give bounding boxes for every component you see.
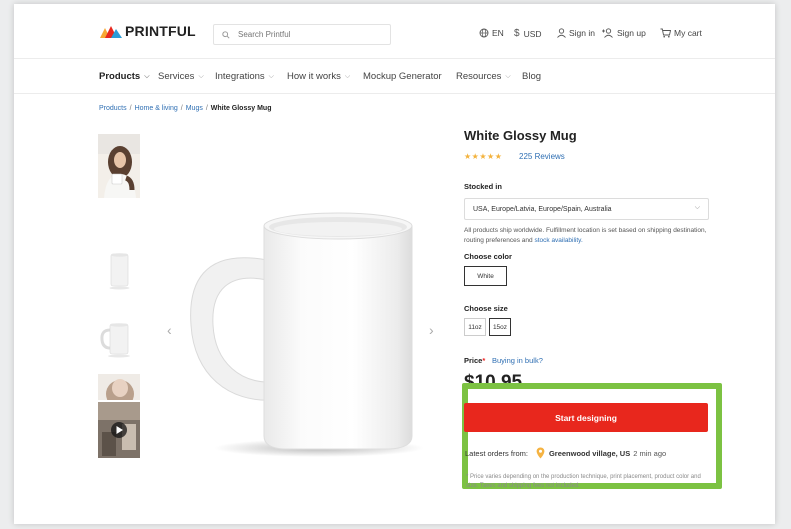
nav-resources[interactable]: Resources ⌵ [456, 71, 511, 82]
breadcrumb: Products / Home & living / Mugs / White Glossy… [99, 105, 271, 112]
chevron-down-icon: ⌵ [694, 204, 700, 211]
shipping-note-text: All products ship worldwide. Fulfillment… [464, 227, 707, 244]
search-box[interactable] [213, 24, 391, 45]
thumbnail-mug-front[interactable] [98, 248, 140, 294]
stock-availability-link[interactable]: stock availability. [534, 237, 582, 244]
reviews-link[interactable]: 225 Reviews [519, 152, 565, 161]
language-label: EN [492, 28, 504, 38]
currency-selector[interactable]: $ USD [514, 28, 542, 39]
main-nav: Products ⌵ Services ⌵ Integrations ⌵ How it… [14, 59, 775, 94]
cart-link[interactable]: My cart [660, 28, 702, 38]
nav-mockup-generator-label: Mockup Generator [363, 71, 442, 82]
shipping-note: All products ship worldwide. Fulfillment… [464, 226, 712, 246]
breadcrumb-separator: / [180, 105, 183, 112]
thumbnail-lifestyle-hands[interactable] [98, 374, 140, 400]
nav-blog-label: Blog [522, 71, 542, 82]
search-input[interactable] [236, 29, 380, 40]
size-option-15oz[interactable]: 15oz [489, 318, 511, 336]
chevron-down-icon: ⌵ [144, 72, 150, 80]
user-icon [557, 28, 566, 38]
breadcrumb-separator: / [129, 105, 132, 112]
nav-mockup-generator[interactable]: Mockup Generator [363, 71, 442, 82]
product-title: White Glossy Mug [464, 128, 577, 143]
choose-color-label: Choose color [464, 252, 512, 261]
stocked-in-label: Stocked in [464, 182, 502, 191]
sign-up-label: Sign up [617, 28, 646, 38]
chevron-left-icon[interactable]: ‹ [167, 322, 172, 338]
breadcrumb-separator: / [205, 105, 208, 112]
chevron-down-icon: ⌵ [344, 72, 351, 80]
size-option-label: 15oz [492, 323, 508, 331]
search-icon [222, 30, 230, 39]
choose-size-label: Choose size [464, 304, 508, 313]
breadcrumb-products[interactable]: Products [99, 105, 127, 112]
latest-orders-time: 2 min ago [633, 448, 667, 458]
nav-how-it-works[interactable]: How it works ⌵ [287, 71, 350, 82]
printful-logo-icon [100, 26, 122, 38]
start-designing-button[interactable]: Start designing [464, 403, 708, 432]
size-option-label: 11oz [468, 323, 482, 331]
nav-how-it-works-label: How it works [287, 71, 341, 82]
nav-products[interactable]: Products ⌵ [99, 71, 150, 82]
price-disclaimer: * Price varies depending on the producti… [466, 474, 701, 489]
sign-up-link[interactable]: Sign up [602, 28, 646, 38]
color-option-label: White [477, 272, 494, 280]
breadcrumb-mugs[interactable]: Mugs [186, 105, 203, 112]
language-selector[interactable]: EN [479, 28, 504, 38]
printful-logo[interactable]: PRINTFUL [100, 23, 196, 39]
nav-products-label: Products [99, 71, 141, 82]
nav-services-label: Services [158, 71, 195, 82]
dollar-icon: $ [514, 28, 520, 39]
cart-icon [660, 28, 671, 38]
sign-in-label: Sign in [569, 28, 595, 38]
brand-name: PRINTFUL [125, 23, 196, 39]
stocked-in-value: USA, Europe/Latvia, Europe/Spain, Austra… [473, 205, 612, 213]
latest-orders-prefix: Latest orders from: [465, 448, 528, 458]
buying-in-bulk-link[interactable]: Buying in bulk? [492, 356, 543, 365]
latest-orders: Latest orders from: Greenwood village, U… [465, 447, 666, 459]
sign-in-link[interactable]: Sign in [557, 28, 595, 38]
main-product-image [190, 212, 424, 457]
currency-label: USD [523, 28, 542, 39]
nav-integrations-label: Integrations [215, 71, 265, 82]
nav-services[interactable]: Services ⌵ [158, 71, 204, 82]
chevron-down-icon: ⌵ [505, 72, 511, 80]
breadcrumb-current: White Glossy Mug [210, 105, 272, 112]
chevron-down-icon: ⌵ [268, 72, 274, 80]
nav-blog[interactable]: Blog [522, 71, 541, 82]
thumbnail-video[interactable] [98, 402, 140, 458]
nav-integrations[interactable]: Integrations ⌵ [215, 71, 274, 82]
cart-label: My cart [674, 28, 702, 38]
nav-resources-label: Resources [456, 71, 502, 82]
price-asterisk: * [482, 356, 486, 365]
product-page: PRINTFUL EN $ USD Si [14, 4, 775, 524]
globe-icon [479, 28, 489, 38]
size-option-11oz[interactable]: 11oz [464, 318, 486, 336]
breadcrumb-home-living[interactable]: Home & living [135, 105, 178, 112]
latest-orders-location: Greenwood village, US [548, 448, 631, 458]
rating-stars-icon: ★★★★★ [464, 152, 503, 161]
chevron-right-icon[interactable]: › [429, 322, 434, 338]
color-option-white[interactable]: White [464, 266, 507, 286]
thumbnail-mug-side[interactable] [98, 316, 140, 362]
chevron-down-icon: ⌵ [198, 72, 204, 80]
add-user-icon [602, 28, 613, 38]
price-label-text: Price [464, 356, 483, 365]
location-pin-icon [536, 447, 545, 459]
stocked-in-select[interactable]: USA, Europe/Latvia, Europe/Spain, Austra… [464, 198, 709, 220]
thumbnail-lifestyle-woman[interactable] [98, 134, 140, 198]
top-header: PRINTFUL EN $ USD Si [14, 4, 775, 59]
price-label: Price* [464, 356, 485, 365]
